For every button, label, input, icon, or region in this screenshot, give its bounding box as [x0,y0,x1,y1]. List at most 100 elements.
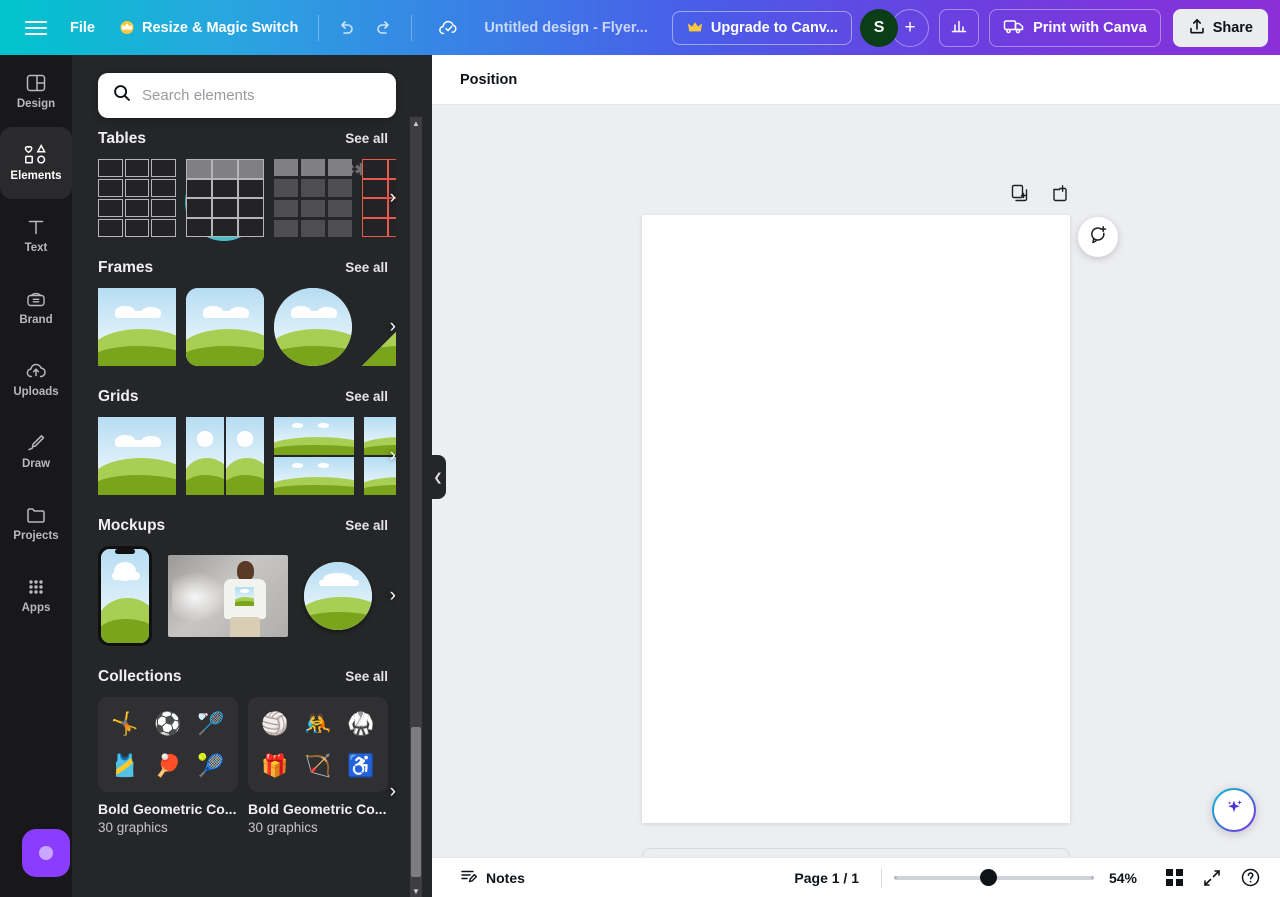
chevron-right-icon[interactable]: › [390,781,396,803]
elements-panel: ✱✱ Tables See all › Frames See all › Gri… [72,55,432,897]
section-title-grids: Grids [98,388,139,405]
help-question-icon[interactable] [1234,862,1266,894]
sidebar-item-label-projects: Projects [13,530,59,543]
resize-magic-switch-button[interactable]: Resize & Magic Switch [107,13,310,43]
tables-strip: › [98,159,396,237]
section-header-mockups: Mockups See all [98,517,396,535]
sidebar-item-apps[interactable]: Apps [0,559,72,631]
expand-fullscreen-icon[interactable] [1196,862,1228,894]
collection-glyph: 🎾 [197,752,225,778]
collection-name: Bold Geometric Co... [248,801,387,817]
share-button[interactable]: Share [1172,8,1268,47]
insights-button[interactable] [939,8,980,47]
page-indicator[interactable]: Page 1 / 1 [784,865,869,891]
sidebar-item-projects[interactable]: Projects [0,487,72,559]
add-page-icon[interactable] [1050,183,1070,208]
collection-card[interactable]: 🏐 🤼 🥋 🎁 🏹 ♿ Bold Geometric Co... 30 grap… [248,697,388,835]
grid-thumb[interactable] [98,417,176,495]
frame-thumb[interactable] [274,288,352,366]
tshirt-mockup-thumb[interactable] [168,555,288,637]
chevron-right-icon[interactable]: › [390,187,396,209]
avatar[interactable]: S [860,8,899,47]
collection-card[interactable]: 🤸 ⚽ 🏸 🎽 🏓 🎾 Bold Geometric Co... 30 grap… [98,697,238,835]
design-page-canvas[interactable] [642,215,1070,823]
sidebar-item-uploads[interactable]: Uploads [0,343,72,415]
panel-scrollbar[interactable]: ▲ ▼ [410,117,422,897]
chevron-right-icon[interactable]: › [390,585,396,607]
section-title-collections: Collections [98,668,182,685]
undo-icon[interactable] [327,9,365,47]
sidebar-item-draw[interactable]: Draw [0,415,72,487]
magic-studio-button[interactable] [1212,788,1256,832]
cloud-saved-icon[interactable] [430,9,468,47]
elements-panel-content: ✱✱ Tables See all › Frames See all › Gri… [72,108,410,835]
collection-count: 30 graphics [248,820,318,835]
frame-thumb[interactable] [186,288,264,366]
collection-glyph: 🎁 [261,752,289,778]
table-thumb[interactable] [98,159,176,237]
chevron-right-icon[interactable]: › [390,445,396,467]
print-with-canva-button[interactable]: Print with Canva [989,8,1161,47]
sidebar-item-label-elements: Elements [10,170,62,183]
chevron-right-icon[interactable]: › [390,316,396,338]
zoom-level-label[interactable]: 54% [1094,870,1152,886]
search-bar-container [72,55,410,125]
mockups-strip: › [98,546,396,646]
zoom-slider[interactable] [894,868,1094,888]
section-frames: Frames See all › [72,259,410,366]
phone-mockup-thumb[interactable] [98,546,152,646]
canvas-area[interactable]: + Add page ^ [432,105,1280,897]
sidebar-item-design[interactable]: Design [0,55,72,127]
sidebar-item-text[interactable]: Text [0,199,72,271]
see-all-frames[interactable]: See all [345,260,388,275]
collection-glyph: 🏓 [154,752,182,778]
canva-editor-window: File Resize & Magic Switch Untitled desi… [0,0,1280,897]
document-title[interactable]: Untitled design - Flyer... [474,13,658,43]
sidebar-item-brand[interactable]: Brand [0,271,72,343]
add-comment-button[interactable] [1078,217,1118,257]
section-mockups: Mockups See all › [72,517,410,646]
hamburger-icon[interactable] [14,6,58,50]
bottom-toolbar-right: Page 1 / 1 54% [784,862,1280,894]
grid-thumb[interactable] [186,417,264,495]
grid-thumb[interactable] [274,417,354,495]
file-menu-button[interactable]: File [58,13,107,43]
upgrade-to-canva-pro-button[interactable]: Upgrade to Canv... [671,10,852,45]
position-button[interactable]: Position [460,72,517,88]
scrollbar-thumb[interactable] [411,727,421,877]
search-input[interactable] [142,87,382,104]
sidebar-item-elements[interactable]: Elements [0,127,72,199]
delivery-truck-icon [1003,17,1025,39]
upload-share-icon [1188,17,1206,39]
section-grids: Grids See all › [72,388,410,495]
collapse-panel-button[interactable]: ❮ [430,455,446,499]
section-header-tables: Tables See all [98,130,396,148]
sticker-mockup-thumb[interactable] [304,562,372,630]
search-icon [112,83,132,108]
see-all-grids[interactable]: See all [345,389,388,404]
collection-glyph: 🤸 [111,710,139,736]
search-elements-box[interactable] [98,73,396,118]
assistant-dot-icon [39,846,53,860]
pen-draw-icon [24,431,48,455]
see-all-mockups[interactable]: See all [345,518,388,533]
magic-assistant-button[interactable] [22,829,70,877]
file-menu-label: File [70,19,95,36]
share-label: Share [1212,19,1253,36]
redo-icon[interactable] [365,9,403,47]
caret-down-icon[interactable]: ▼ [411,885,421,897]
grid-view-icon[interactable] [1158,862,1190,894]
chevron-left-icon: ❮ [433,471,443,484]
toolbar-divider-2 [411,14,413,41]
see-all-collections[interactable]: See all [345,669,388,684]
zoom-slider-handle[interactable] [980,869,997,886]
collection-glyph: 🏹 [304,752,332,778]
see-all-tables[interactable]: See all [345,131,388,146]
caret-up-icon[interactable]: ▲ [411,117,421,129]
notes-button[interactable]: Notes [452,862,533,893]
duplicate-page-icon[interactable] [1010,183,1030,208]
frame-thumb[interactable] [98,288,176,366]
table-thumb[interactable] [186,159,264,237]
collection-glyph: ⚽ [154,710,182,736]
table-thumb[interactable] [274,159,352,237]
